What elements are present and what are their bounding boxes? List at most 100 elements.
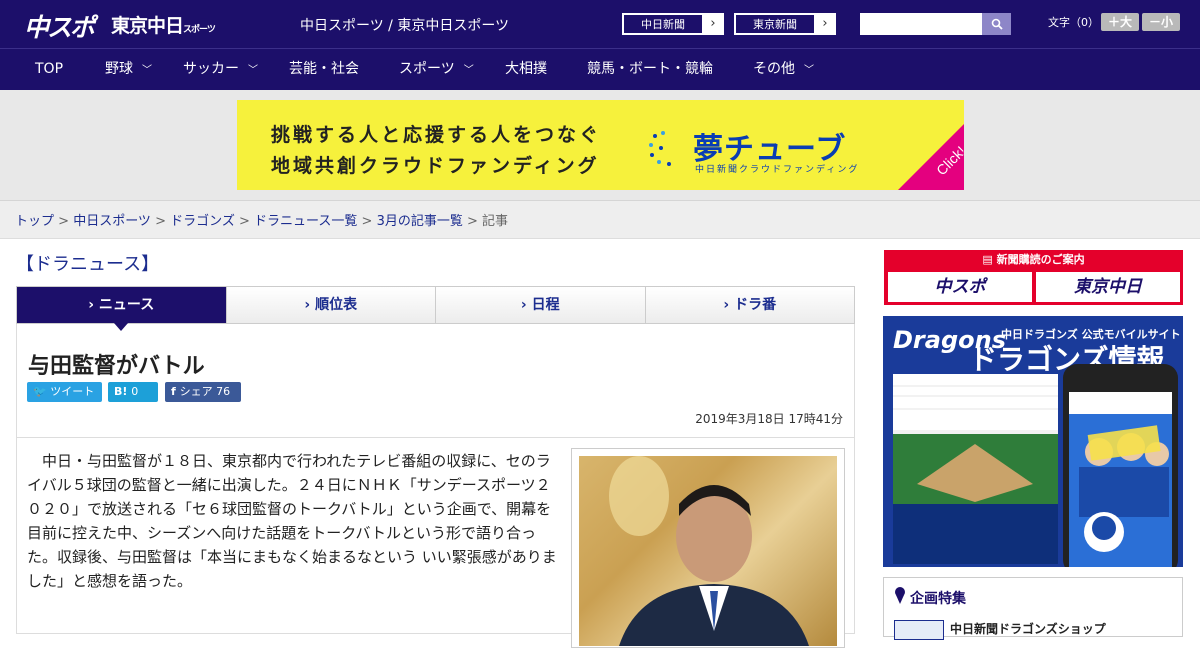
- font-size-label: 文字（0）: [1048, 16, 1099, 29]
- nav-label: 野球: [105, 61, 133, 77]
- tab-label: ニュース: [98, 297, 155, 313]
- tokyo-chunichi-logo[interactable]: 東京中日スポーツ: [111, 11, 216, 38]
- phone-image: [1063, 364, 1178, 567]
- chunichi-shimbun-label: 中日新聞: [623, 14, 703, 34]
- subscription-title: ▤ 新聞購読のご案内: [884, 251, 1183, 267]
- nav-item-entertainment[interactable]: 芸能・社会: [289, 49, 359, 91]
- tweet-label: ツイート: [50, 385, 95, 398]
- site-tagline: 中日スポーツ / 東京中日スポーツ: [300, 18, 510, 34]
- nav-item-other[interactable]: その他 ﹀: [753, 49, 814, 91]
- search-icon: [991, 18, 1003, 30]
- nav-item-baseball[interactable]: 野球 ﹀: [105, 49, 152, 91]
- newspaper-icon: ▤: [982, 253, 997, 266]
- facebook-icon: f: [171, 385, 180, 398]
- dragons-mobile-ad[interactable]: Dragons 中日ドラゴンズ 公式モバイルサイト ドラゴンズ情報: [883, 316, 1183, 567]
- nav-label: サッカー: [183, 61, 239, 77]
- banner-line-2: 地域共創クラウドファンディング: [271, 155, 600, 177]
- chevron-down-icon: ﹀: [248, 65, 258, 76]
- section-title: 【ドラニュース】: [16, 254, 160, 275]
- chevron-right-icon: ›: [520, 297, 532, 313]
- dots-logo-icon: [649, 131, 671, 166]
- nav-label: 競馬・ボート・競輪: [587, 61, 713, 77]
- nav-label: 芸能・社会: [289, 61, 359, 77]
- hatena-label: B!: [114, 385, 128, 398]
- tab-label: 日程: [531, 297, 560, 313]
- nav-label: その他: [753, 61, 795, 77]
- feature-title: 企画特集: [910, 591, 966, 607]
- chevron-down-icon: ﹀: [463, 65, 474, 76]
- nav-item-soccer[interactable]: サッカー ﹀: [183, 49, 258, 91]
- subscription-box: ▤ 新聞購読のご案内 中スポ 東京中日: [884, 250, 1183, 305]
- feature-box: 企画特集 中日新聞ドラゴンズショップ: [883, 577, 1183, 640]
- person-silhouette: [609, 456, 809, 646]
- ad-area: 挑戦する人と応援する人をつなぐ 地域共創クラウドファンディング 夢チューブ 中日…: [0, 90, 1200, 201]
- shop-thumbnail: [894, 620, 944, 640]
- fb-label: シェア: [179, 385, 213, 398]
- tab-label: 順位表: [315, 297, 358, 313]
- breadcrumb-current: 記事: [482, 214, 509, 229]
- tab-doraban[interactable]: › ドラ番: [645, 287, 854, 323]
- chevron-down-icon: ﹀: [142, 65, 152, 76]
- divider: [17, 437, 854, 438]
- article: 与田監督がバトル 🐦 ツイート B! 0 f シェア 76 2019年3月18日…: [16, 324, 855, 648]
- hatena-button[interactable]: B! 0: [108, 382, 158, 402]
- breadcrumb-link[interactable]: ドラニュース一覧: [254, 214, 357, 229]
- fb-count: 76: [216, 385, 231, 398]
- subscribe-chuspo-link[interactable]: 中スポ: [888, 272, 1032, 302]
- tab-news[interactable]: › ニュース: [17, 287, 227, 331]
- hatena-count: 0: [131, 385, 139, 398]
- section-tabs: › ニュース › 順位表 › 日程 › ドラ番: [16, 286, 855, 331]
- nav-item-top[interactable]: TOP: [35, 49, 63, 91]
- chevron-right-icon: ›: [304, 297, 316, 313]
- feature-item-link[interactable]: 中日新聞ドラゴンズショップ: [950, 620, 1106, 637]
- tokyo-chunichi-logo-text: 東京中日: [111, 15, 184, 37]
- click-corner: Click!: [898, 124, 964, 190]
- nav-item-sports[interactable]: スポーツ ﹀: [399, 49, 474, 91]
- phone-screen: [1069, 392, 1172, 567]
- tab-schedule[interactable]: › 日程: [436, 287, 646, 323]
- article-date: 2019年3月18日 17時41分: [695, 412, 843, 426]
- manager-photo: [579, 456, 837, 646]
- tab-standings[interactable]: › 順位表: [226, 287, 436, 323]
- article-body: 中日・与田監督が１８日、東京都内で行われたテレビ番組の収録に、セのライバル５球団…: [27, 452, 557, 590]
- nav-item-sumo[interactable]: 大相撲: [505, 49, 547, 91]
- search-input[interactable]: [860, 13, 982, 35]
- subscribe-tokyo-link[interactable]: 東京中日: [1036, 272, 1180, 302]
- crowdfunding-banner[interactable]: 挑戦する人と応援する人をつなぐ 地域共創クラウドファンディング 夢チューブ 中日…: [237, 100, 964, 190]
- banner-line-1: 挑戦する人と応援する人をつなぐ: [271, 124, 602, 146]
- banner-sub: 中日新聞クラウドファンディング: [695, 165, 860, 175]
- chevron-right-icon: ›: [710, 16, 716, 31]
- breadcrumb-link[interactable]: トップ: [15, 214, 54, 229]
- chevron-right-icon: ›: [88, 297, 99, 313]
- breadcrumb-link[interactable]: 中日スポーツ: [73, 214, 151, 229]
- font-smaller-button[interactable]: －小: [1142, 13, 1180, 31]
- scoreboard-screenshot: [893, 374, 1058, 564]
- subscription-title-text: 新聞購読のご案内: [996, 253, 1085, 266]
- breadcrumb-link[interactable]: ドラゴンズ: [170, 214, 235, 229]
- site-header: 中スポ 東京中日スポーツ 中日スポーツ / 東京中日スポーツ 中日新聞 › 東京…: [0, 0, 1200, 48]
- search-button[interactable]: [982, 13, 1011, 35]
- tab-label: ドラ番: [734, 297, 777, 313]
- chevron-right-icon: ›: [723, 297, 735, 313]
- tokyo-shimbun-link[interactable]: 東京新聞 ›: [734, 13, 836, 35]
- chuspo-logo[interactable]: 中スポ: [24, 8, 95, 44]
- chevron-down-icon: ﹀: [804, 65, 814, 76]
- chunichi-shimbun-link[interactable]: 中日新聞 ›: [622, 13, 724, 35]
- ribbon-icon: [895, 587, 905, 604]
- breadcrumb: トップ > 中日スポーツ > ドラゴンズ > ドラニュース一覧 > 3月の記事一…: [0, 201, 1200, 239]
- facebook-share-button[interactable]: f シェア 76: [165, 382, 241, 402]
- tweet-button[interactable]: 🐦 ツイート: [27, 382, 102, 402]
- main-nav: TOP 野球 ﹀ サッカー ﹀ 芸能・社会 スポーツ ﹀ 大相撲 競馬・ボート・競輪 …: [0, 48, 1200, 90]
- nav-label: 大相撲: [505, 61, 547, 77]
- article-photo[interactable]: [571, 448, 845, 648]
- tokyo-chunichi-logo-small: スポーツ: [183, 25, 216, 35]
- font-bigger-button[interactable]: ＋大: [1101, 13, 1139, 31]
- article-title: 与田監督がバトル: [28, 354, 205, 379]
- twitter-icon: 🐦: [33, 385, 51, 398]
- breadcrumb-link[interactable]: 3月の記事一覧: [377, 214, 463, 229]
- nav-label: TOP: [35, 61, 64, 77]
- nav-label: スポーツ: [399, 61, 455, 77]
- tokyo-shimbun-label: 東京新聞: [735, 14, 815, 34]
- chevron-right-icon: ›: [822, 16, 828, 31]
- nav-item-racing[interactable]: 競馬・ボート・競輪: [587, 49, 713, 91]
